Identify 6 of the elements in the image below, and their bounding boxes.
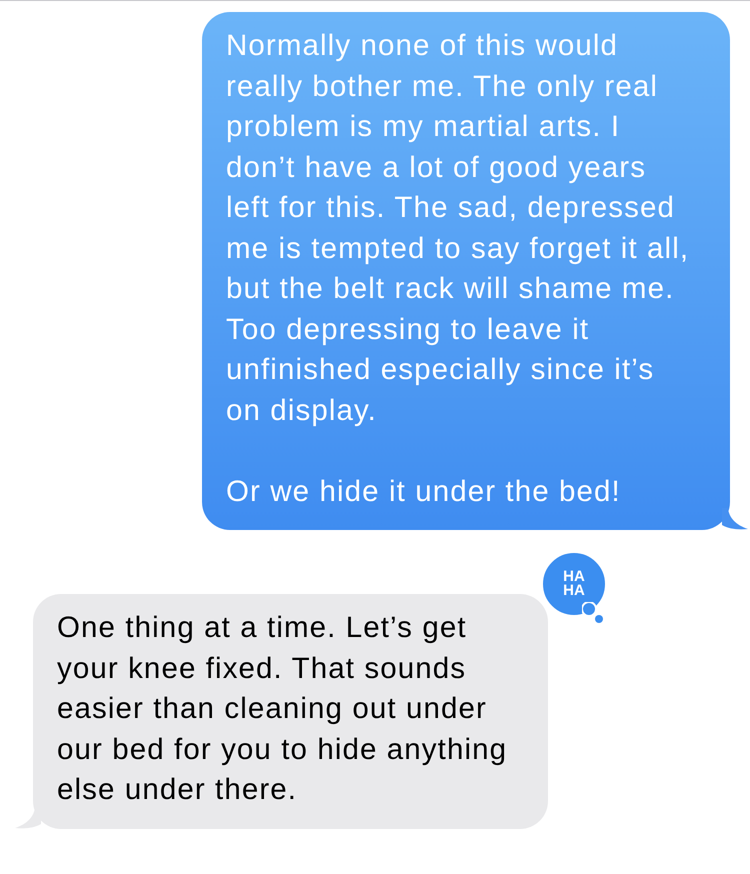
badge-tail-icon bbox=[582, 602, 604, 624]
message-text: Normally none of this would really bother me. The only real problem is my martial arts. I don’t have a lot of good years left for this. The sad, depressed me is tempted to say forget it all, but the belt rack will shame me. Too depressing to leave it unfinished especially since it’s on display. bbox=[226, 28, 690, 428]
message-text: One thing at a time. Let’s get your knee fixed. That sounds easier than cleaning out under our bed for you to hide anything else under there. bbox=[57, 610, 508, 808]
message-text: Or we hide it under the bed! bbox=[226, 474, 622, 510]
bubble-tail bbox=[722, 508, 748, 530]
reaction-badge[interactable]: HA HA bbox=[540, 550, 608, 618]
